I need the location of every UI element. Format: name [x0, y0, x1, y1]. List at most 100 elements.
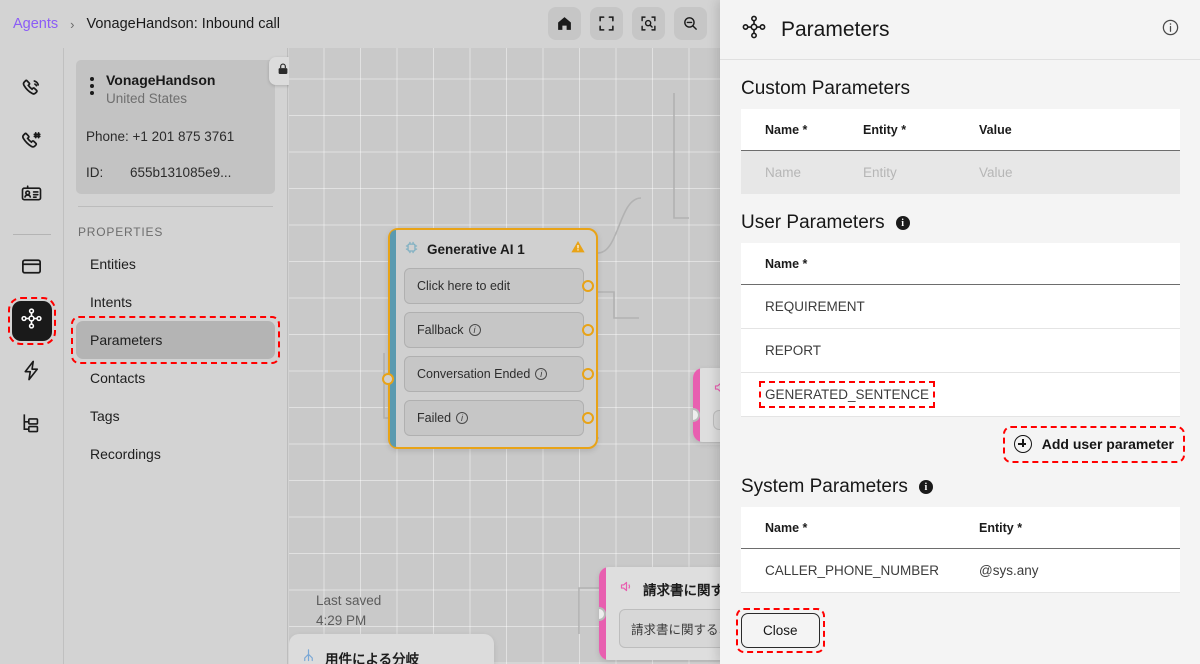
- zoom-to-selection-button[interactable]: [632, 7, 665, 40]
- cell-name-placeholder[interactable]: Name: [741, 150, 863, 194]
- node-output-port[interactable]: [582, 324, 594, 336]
- add-user-parameter-button[interactable]: Add user parameter: [1008, 431, 1180, 457]
- cell-user-parameter-name[interactable]: REQUIREMENT: [741, 284, 1180, 329]
- node-row-fallback[interactable]: Fallback i: [404, 312, 594, 348]
- table-row[interactable]: GENERATED_SENTENCE: [741, 372, 1180, 417]
- last-saved-status: Last saved 4:29 PM: [316, 591, 381, 632]
- node-output-port[interactable]: [582, 280, 594, 292]
- zoom-to-selection-icon: [640, 15, 657, 32]
- breadcrumb-root-link[interactable]: Agents: [13, 16, 58, 32]
- node-header: Generative AI 1: [400, 239, 586, 260]
- table-header-row: Name *: [741, 243, 1180, 285]
- contact-card: VonageHandson United States Phone: +1 20…: [76, 57, 297, 194]
- browser-window-icon: [20, 255, 43, 283]
- cell-user-parameter-name[interactable]: GENERATED_SENTENCE: [741, 372, 1180, 417]
- node-output-port[interactable]: [582, 412, 594, 424]
- cell-value-placeholder[interactable]: Value: [979, 150, 1180, 194]
- rail-divider: [12, 234, 51, 235]
- sidebar-item-events[interactable]: [12, 353, 52, 393]
- node-input-port[interactable]: [599, 607, 606, 621]
- contact-country: United States: [106, 90, 188, 106]
- user-parameters-title: User Parameters: [741, 212, 885, 233]
- close-button-highlight: Close: [736, 608, 825, 653]
- contact-id-row: ID: 655b131085e9...: [86, 165, 265, 180]
- node-output-port[interactable]: [582, 368, 594, 380]
- info-badge-icon[interactable]: i: [918, 480, 933, 494]
- table-row[interactable]: REPORT: [741, 328, 1180, 373]
- sidebar-item-studio[interactable]: [12, 249, 52, 289]
- cell-user-parameter-name[interactable]: REPORT: [741, 328, 1180, 373]
- cell-system-parameter-name: CALLER_PHONE_NUMBER: [741, 548, 979, 593]
- user-parameter-generated-sentence[interactable]: GENERATED_SENTENCE: [758, 381, 936, 408]
- user-parameter-report[interactable]: REPORT: [765, 343, 821, 358]
- info-circle-icon[interactable]: [1161, 18, 1180, 42]
- custom-parameters-heading: Custom Parameters: [741, 78, 1180, 100]
- user-parameter-requirement[interactable]: REQUIREMENT: [765, 299, 865, 314]
- close-button[interactable]: Close: [741, 613, 820, 648]
- sidebar-item-contacts[interactable]: [12, 176, 52, 216]
- properties-item-tags[interactable]: Tags: [76, 397, 275, 435]
- node-title: Generative AI 1: [427, 242, 525, 257]
- panel-title: Parameters: [781, 17, 890, 41]
- column-header-name: Name *: [741, 243, 1180, 285]
- system-parameters-title: System Parameters: [741, 476, 908, 497]
- contact-phone: Phone: +1 201 875 3761: [86, 128, 235, 144]
- table-row-placeholder[interactable]: Name Entity Value: [741, 150, 1180, 194]
- parameters-panel-header: Parameters: [720, 0, 1200, 60]
- sidebar-item-parameters[interactable]: [7, 297, 56, 345]
- properties-item-entities[interactable]: Entities: [76, 245, 275, 283]
- table-header-row: Name * Entity * Value: [741, 109, 1180, 151]
- home-icon: [556, 15, 573, 32]
- zoom-out-icon: [682, 15, 699, 32]
- node-row-label: Click here to edit: [417, 279, 511, 293]
- info-icon[interactable]: i: [535, 368, 548, 380]
- sidebar-item-numbers[interactable]: [12, 124, 52, 164]
- node-title: 用件による分岐: [325, 652, 420, 664]
- contact-id-value: 655b131085e9...: [130, 164, 232, 180]
- sidebar-item-calls[interactable]: [12, 72, 52, 112]
- column-header-entity: Entity *: [863, 109, 979, 151]
- node-row-edit[interactable]: Click here to edit: [404, 268, 594, 304]
- table-row[interactable]: REQUIREMENT: [741, 284, 1180, 329]
- node-row-label: Failed: [417, 411, 452, 425]
- home-button[interactable]: [548, 7, 581, 40]
- branch-icon: [301, 648, 316, 664]
- properties-item-intents[interactable]: Intents: [76, 283, 275, 321]
- info-badge-icon[interactable]: i: [895, 216, 910, 230]
- edge-segment: [598, 291, 639, 319]
- breadcrumb: Agents › VonageHandson: Inbound call: [0, 16, 280, 32]
- node-input-port[interactable]: [382, 373, 394, 385]
- contact-card-top: VonageHandson United States: [86, 72, 265, 108]
- column-header-name: Name *: [741, 109, 863, 151]
- table-row[interactable]: CALLER_PHONE_NUMBER @sys.any: [741, 548, 1180, 593]
- node-generative-ai[interactable]: Generative AI 1 Click here to edit Fallb…: [382, 228, 598, 449]
- warning-triangle-icon[interactable]: [570, 239, 586, 260]
- fit-screen-button[interactable]: [590, 7, 623, 40]
- properties-item-recordings[interactable]: Recordings: [76, 435, 275, 473]
- add-user-parameter-label: Add user parameter: [1041, 436, 1174, 452]
- sidebar-item-flows[interactable]: [12, 405, 52, 445]
- properties-item-contacts[interactable]: Contacts: [76, 359, 275, 397]
- phone-call-icon: [20, 78, 43, 106]
- properties-item-parameters-highlight: Parameters: [71, 315, 280, 364]
- node-row-conversation-ended[interactable]: Conversation Ended i: [404, 356, 594, 392]
- user-parameters-table: Name * REQUIREMENT REPORT GENERATED_SENT…: [741, 243, 1180, 417]
- info-icon[interactable]: i: [468, 324, 481, 336]
- left-icon-rail: [0, 48, 64, 664]
- cell-entity-placeholder[interactable]: Entity: [863, 150, 979, 194]
- cell-system-parameter-entity: @sys.any: [979, 548, 1180, 593]
- node-row-failed[interactable]: Failed i: [404, 400, 594, 436]
- node-branch[interactable]: 用件による分岐: [289, 634, 494, 664]
- more-options-icon[interactable]: [86, 72, 94, 95]
- column-header-entity: Entity *: [979, 507, 1180, 549]
- table-header-row: Name * Entity *: [741, 507, 1180, 549]
- properties-item-parameters[interactable]: Parameters: [76, 320, 275, 359]
- node-input-port[interactable]: [693, 408, 700, 422]
- plus-circle-icon: [1013, 435, 1032, 453]
- zoom-out-button[interactable]: [674, 7, 707, 40]
- info-icon[interactable]: i: [456, 412, 469, 424]
- chip-ai-icon: [404, 240, 419, 260]
- parameters-node-icon: [20, 307, 43, 335]
- phone-number-icon: [20, 130, 43, 158]
- edge-segment: [597, 197, 642, 254]
